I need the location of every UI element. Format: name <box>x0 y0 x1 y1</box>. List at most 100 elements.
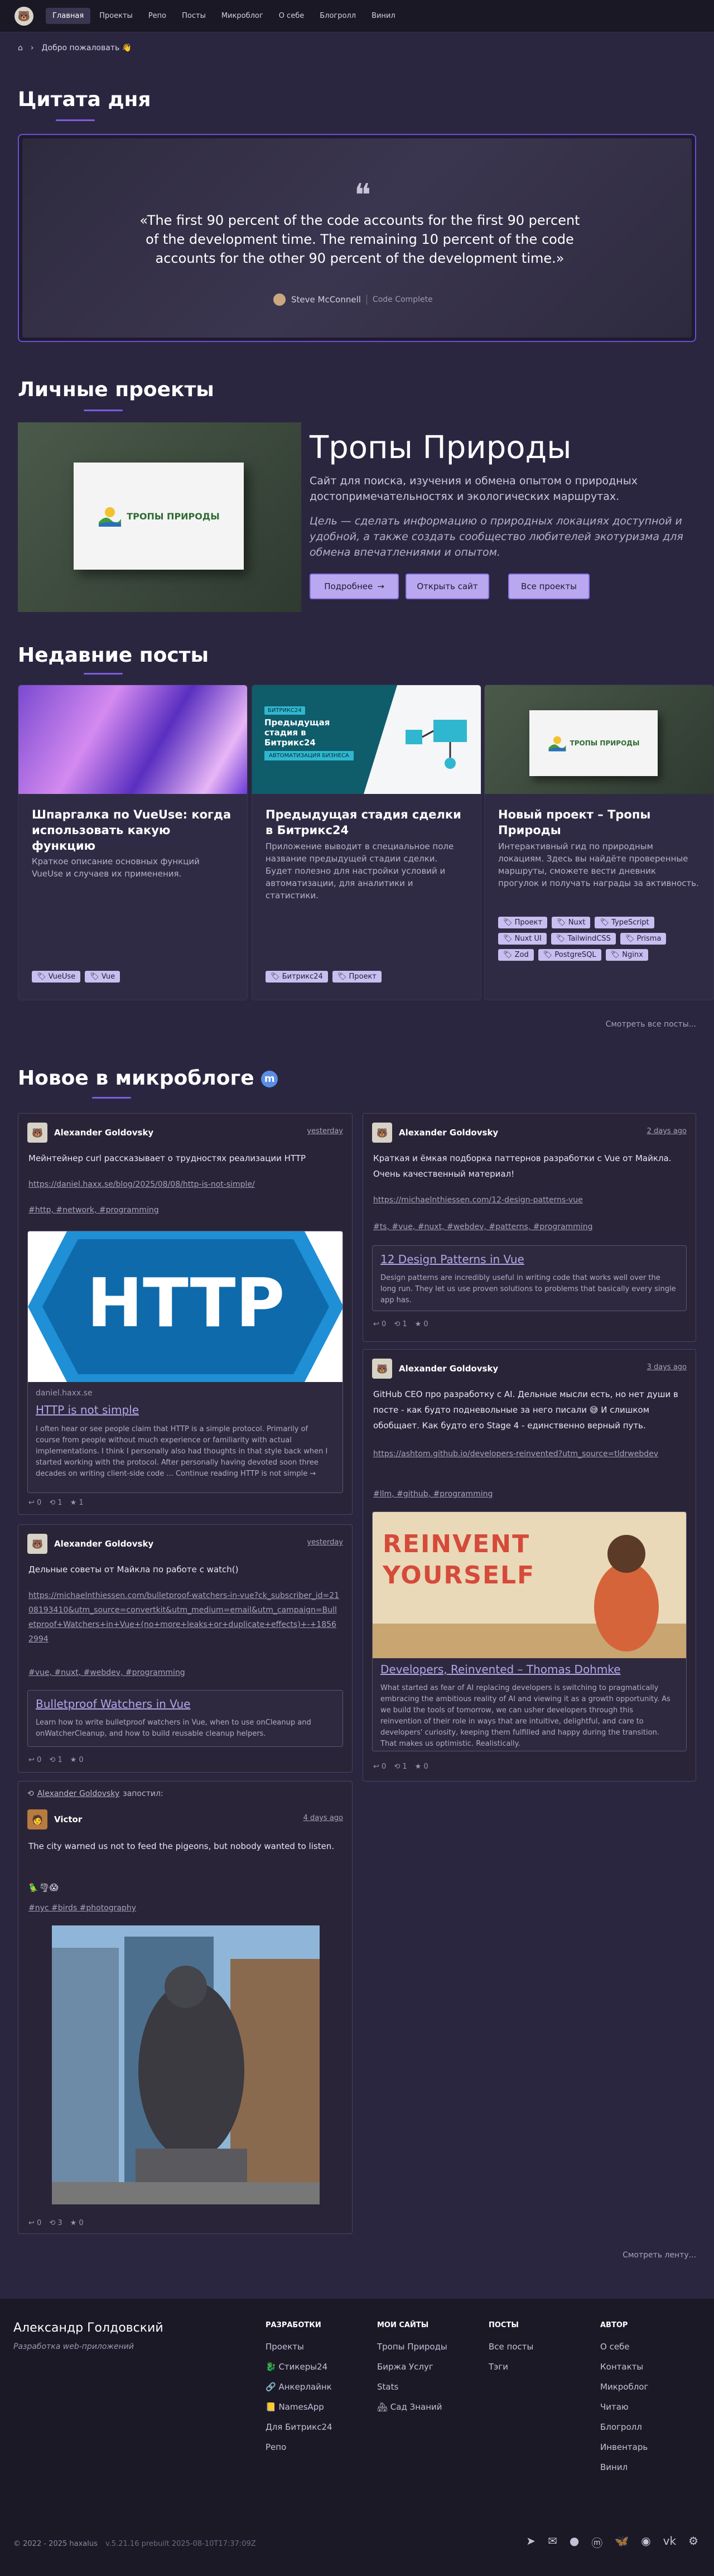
footer-link[interactable]: Все посты <box>489 2342 533 2352</box>
open-site-button[interactable]: Открыть сайт <box>406 574 489 599</box>
steam-icon[interactable]: ⚙ <box>688 2534 698 2550</box>
tag[interactable]: 🏷 VueUse <box>32 971 81 983</box>
tag[interactable]: 🏷 Битрикс24 <box>266 971 328 983</box>
star-icon[interactable]: ★ 1 <box>70 1499 84 1507</box>
boost-icon[interactable]: ⟲ 1 <box>394 1763 407 1771</box>
avatar[interactable]: 🐻 <box>372 1123 392 1143</box>
pigeon-photo[interactable] <box>52 1925 320 2204</box>
star-icon[interactable]: ★ 0 <box>415 1763 428 1771</box>
post-author[interactable]: Victor <box>54 1814 82 1824</box>
post-author[interactable]: Alexander Goldovsky <box>54 1539 153 1549</box>
footer-link[interactable]: Для Битрикс24 <box>266 2422 332 2432</box>
post-date[interactable]: 4 days ago <box>303 1814 343 1822</box>
home-icon[interactable]: ⌂ <box>18 44 23 52</box>
post-tags[interactable]: #nyc #birds #photography <box>28 1901 136 1915</box>
tag[interactable]: 🏷 Nuxt <box>552 917 591 928</box>
project-details-button[interactable]: Подробнее → <box>310 574 399 599</box>
reply-icon[interactable]: ↩ 0 <box>373 1763 386 1771</box>
preview-title[interactable]: HTTP is not simple <box>36 1403 139 1417</box>
footer-link[interactable]: 🐉 Стикеры24 <box>266 2362 332 2372</box>
star-icon[interactable]: ★ 0 <box>70 1756 84 1764</box>
avatar[interactable]: 🧑 <box>27 1809 47 1829</box>
nav-item-repo[interactable]: Репо <box>142 8 173 24</box>
repost-author[interactable]: Alexander Goldovsky <box>37 1789 120 1798</box>
post-date[interactable]: yesterday <box>307 1538 343 1547</box>
post-author[interactable]: Alexander Goldovsky <box>399 1364 498 1374</box>
footer-link[interactable]: 🏘 Сад Знаний <box>377 2402 447 2412</box>
telegram-icon[interactable]: ➤ <box>526 2534 536 2550</box>
site-logo-avatar[interactable]: 🐻 <box>15 7 33 26</box>
footer-link[interactable]: Проекты <box>266 2342 332 2352</box>
footer-link[interactable]: Stats <box>377 2382 447 2392</box>
footer-link[interactable]: 📒 NamesApp <box>266 2402 332 2412</box>
reply-icon[interactable]: ↩ 0 <box>28 1499 41 1507</box>
link-preview-card[interactable]: 12 Design Patterns in Vue Design pattern… <box>372 1245 687 1311</box>
post-tags[interactable]: #llm, #github, #programming <box>373 1487 493 1501</box>
nav-item-about[interactable]: О себе <box>272 8 311 24</box>
footer-link[interactable]: Читаю <box>600 2402 648 2412</box>
post-title[interactable]: Шпаргалка по VueUse: когда использовать … <box>32 807 233 854</box>
footer-link[interactable]: Контакты <box>600 2362 648 2372</box>
tag[interactable]: 🏷 PostgreSQL <box>538 949 601 961</box>
footer-link[interactable]: Тэги <box>489 2362 533 2372</box>
boost-icon[interactable]: ⟲ 1 <box>49 1499 62 1507</box>
post-card[interactable]: ТРОПЫ ПРИРОДЫ Новый проект – Тропы Приро… <box>484 685 714 1000</box>
post-link[interactable]: https://ashtom.github.io/developers-rein… <box>373 1447 686 1461</box>
tag[interactable]: 🏷 Nuxt UI <box>498 933 547 945</box>
vk-icon[interactable]: vk <box>663 2534 676 2550</box>
link-preview-card[interactable]: HTTP daniel.haxx.se HTTP is not simple I… <box>27 1231 343 1493</box>
avatar[interactable]: 🐻 <box>372 1359 392 1379</box>
nav-item-vinyl[interactable]: Винил <box>365 8 402 24</box>
project-image[interactable]: ТРОПЫ ПРИРОДЫ <box>18 422 301 612</box>
footer-link[interactable]: 🔗 Анкерлайнк <box>266 2382 332 2392</box>
post-link[interactable]: https://daniel.haxx.se/blog/2025/08/08/h… <box>28 1177 341 1192</box>
star-icon[interactable]: ★ 0 <box>415 1320 428 1328</box>
footer-link[interactable]: Микроблог <box>600 2382 648 2392</box>
footer-link[interactable]: О себе <box>600 2342 648 2352</box>
post-author[interactable]: Alexander Goldovsky <box>54 1128 153 1138</box>
boost-icon[interactable]: ⟲ 1 <box>394 1320 407 1328</box>
post-date[interactable]: yesterday <box>307 1127 343 1135</box>
see-feed-link[interactable]: Смотреть ленту... <box>623 2251 696 2260</box>
tag[interactable]: 🏷 Nginx <box>605 949 648 961</box>
footer-link[interactable]: Биржа Услуг <box>377 2362 447 2372</box>
post-date[interactable]: 3 days ago <box>647 1363 687 1371</box>
preview-title[interactable]: Developers, Reinvented – Thomas Dohmke <box>380 1663 621 1676</box>
preview-title[interactable]: Bulletproof Watchers in Vue <box>36 1697 190 1711</box>
footer-link[interactable]: Репо <box>266 2442 332 2452</box>
github-icon[interactable]: ● <box>570 2534 579 2550</box>
rss-icon[interactable]: ◉ <box>641 2534 650 2550</box>
star-icon[interactable]: ★ 0 <box>70 2219 84 2227</box>
tag[interactable]: 🏷 TypeScript <box>595 917 654 928</box>
boost-icon[interactable]: ⟲ 3 <box>49 2219 62 2227</box>
reply-icon[interactable]: ↩ 0 <box>28 2219 41 2227</box>
preview-title[interactable]: 12 Design Patterns in Vue <box>380 1253 524 1266</box>
nav-item-posts[interactable]: Посты <box>175 8 213 24</box>
email-icon[interactable]: ✉ <box>548 2534 557 2550</box>
reply-icon[interactable]: ↩ 0 <box>28 1756 41 1764</box>
avatar[interactable]: 🐻 <box>27 1123 47 1143</box>
mastodon-icon[interactable]: ⓜ <box>591 2534 602 2550</box>
post-card[interactable]: Шпаргалка по VueUse: когда использовать … <box>18 685 248 1000</box>
post-link[interactable]: https://michaelnthiessen.com/12-design-p… <box>373 1193 686 1207</box>
post-title[interactable]: Новый проект – Тропы Природы <box>498 807 699 838</box>
footer-link[interactable]: Винил <box>600 2462 648 2472</box>
footer-link[interactable]: Инвентарь <box>600 2442 648 2452</box>
bluesky-icon[interactable]: 🦋 <box>615 2534 629 2550</box>
avatar[interactable]: 🐻 <box>27 1534 47 1554</box>
tag[interactable]: 🏷 Vue <box>85 971 120 983</box>
tag[interactable]: 🏷 TailwindCSS <box>551 933 616 945</box>
link-preview-card[interactable]: REINVENT YOURSELF Developers, Reinvented… <box>372 1511 687 1751</box>
boost-icon[interactable]: ⟲ 1 <box>49 1756 62 1764</box>
nav-item-microblog[interactable]: Микроблог <box>215 8 270 24</box>
post-author[interactable]: Alexander Goldovsky <box>399 1128 498 1138</box>
see-all-posts-link[interactable]: Смотреть все посты... <box>606 1020 696 1029</box>
post-date[interactable]: 2 days ago <box>647 1127 687 1135</box>
tag[interactable]: 🏷 Prisma <box>620 933 667 945</box>
tag[interactable]: 🏷 Проект <box>498 917 548 928</box>
link-preview-card[interactable]: Bulletproof Watchers in Vue Learn how to… <box>27 1690 343 1747</box>
footer-link[interactable]: Блогролл <box>600 2422 648 2432</box>
footer-link[interactable]: Тропы Природы <box>377 2342 447 2352</box>
post-tags[interactable]: #ts, #vue, #nuxt, #webdev, #patterns, #p… <box>373 1220 592 1234</box>
all-projects-button[interactable]: Все проекты <box>508 574 590 599</box>
